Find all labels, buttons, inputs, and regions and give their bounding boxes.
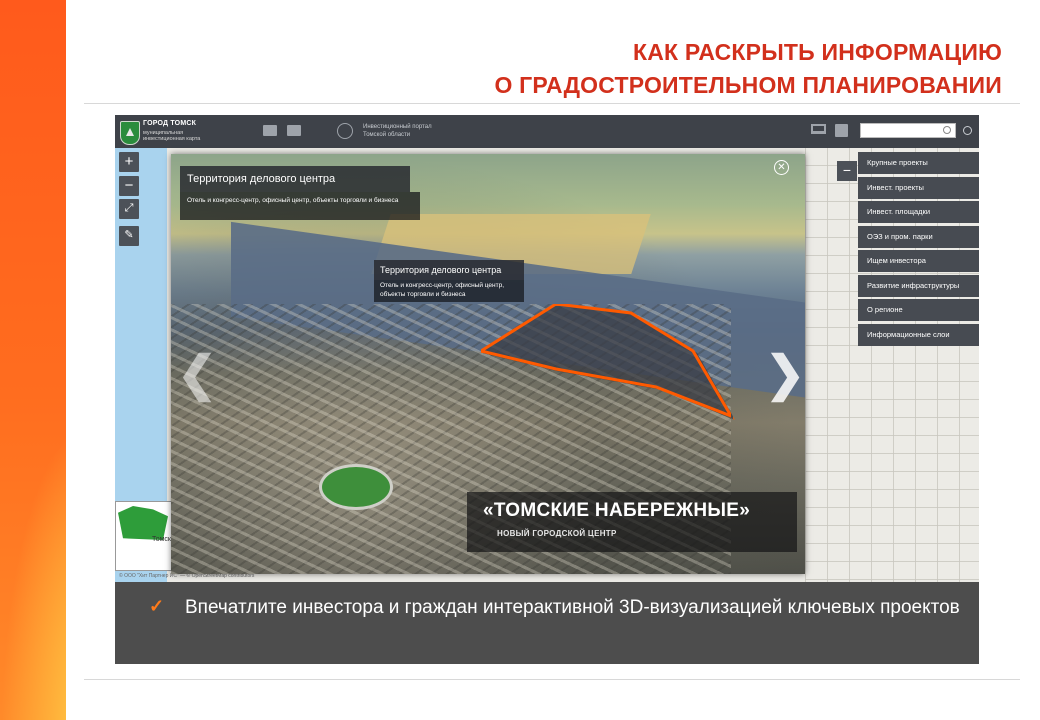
search-input[interactable]: [860, 123, 956, 138]
aerial-stadium: [319, 464, 393, 510]
printer-icon[interactable]: [287, 125, 301, 136]
slide-title-line1: КАК РАСКРЫТЬ ИНФОРМАЦИЮ: [632, 39, 1002, 65]
menu-item-invest-sites[interactable]: Инвест. площадки: [858, 201, 979, 223]
banner-subtitle: НОВЫЙ ГОРОДСКОЙ ЦЕНТР: [497, 529, 617, 538]
menu-item-major-projects[interactable]: Крупные проекты: [858, 152, 979, 174]
slide-title: КАК РАСКРЫТЬ ИНФОРМАЦИЮ О ГРАДОСТРОИТЕЛЬ…: [494, 36, 1002, 102]
menu-item-seeking-investor[interactable]: Ищем инвестора: [858, 250, 979, 272]
scale-icon[interactable]: [263, 125, 277, 136]
zone-tooltip-title: Территория делового центра: [374, 260, 524, 280]
title-divider: [84, 103, 1020, 104]
portal-link[interactable]: Инвестиционный портал Томской области: [363, 124, 453, 139]
investment-map-app: ГОРОД ТОМСК муниципальная инвестиционная…: [115, 115, 979, 582]
menu-item-invest-projects[interactable]: Инвест. проекты: [858, 176, 979, 199]
zoom-out-button[interactable]: −: [119, 176, 139, 196]
menu-item-sez-parks[interactable]: ОЭЗ и пром. парки: [858, 225, 979, 248]
zone-tooltip-text: Отель и конгресс-центр, офисный центр, о…: [374, 280, 524, 302]
highlighted-zone-outline: [481, 304, 731, 418]
menu-item-info-layers[interactable]: Информационные слои: [858, 323, 979, 346]
zoom-in-button[interactable]: +: [119, 152, 139, 172]
slide-title-line2: О ГРАДОСТРОИТЕЛЬНОМ ПЛАНИРОВАНИИ: [494, 72, 1002, 98]
callout-box: ✓ Впечатлите инвестора и граждан интерак…: [115, 582, 979, 664]
minimap-label: Томск: [152, 536, 171, 543]
measure-button[interactable]: ✎: [119, 226, 139, 246]
close-icon[interactable]: ✕: [774, 160, 789, 175]
check-icon: ✓: [149, 596, 165, 616]
prev-slide-icon[interactable]: ❮: [177, 346, 217, 402]
minimap-region: [118, 506, 168, 540]
layers-menu: Крупные проекты Инвест. проекты Инвест. …: [858, 152, 979, 348]
menu-item-about-region[interactable]: О регионе: [858, 299, 979, 321]
caption-text: Отель и конгресс-центр, офисный центр, о…: [180, 192, 420, 220]
city-name: ГОРОД ТОМСК: [143, 120, 197, 127]
overview-minimap[interactable]: Томск: [115, 501, 173, 571]
app-topbar: ГОРОД ТОМСК муниципальная инвестиционная…: [115, 115, 979, 148]
3d-visualization-viewer[interactable]: Территория делового центра Отель и конгр…: [171, 154, 805, 574]
callout-text: Впечатлите инвестора и граждан интеракти…: [185, 597, 960, 618]
bottom-divider: [84, 679, 1020, 680]
menu-collapse-button[interactable]: −: [837, 161, 857, 181]
city-subtitle: муниципальная инвестиционная карта: [143, 130, 201, 142]
caption-title: Территория делового центра: [180, 166, 410, 192]
menu-item-infrastructure[interactable]: Развитие инфраструктуры: [858, 274, 979, 297]
left-accent-swoosh: [0, 420, 66, 720]
banner-title: «ТОМСКИЕ НАБЕРЕЖНЫЕ»: [483, 500, 751, 521]
fullscreen-button[interactable]: ⤢: [119, 199, 139, 219]
region-emblem-icon[interactable]: [337, 123, 353, 139]
city-emblem-icon[interactable]: [120, 121, 140, 145]
next-slide-icon[interactable]: ❯: [765, 346, 805, 402]
project-banner: «ТОМСКИЕ НАБЕРЕЖНЫЕ» НОВЫЙ ГОРОДСКОЙ ЦЕН…: [467, 492, 797, 552]
monitor-icon[interactable]: [811, 124, 826, 134]
search-icon[interactable]: [943, 126, 951, 134]
printer-icon[interactable]: [835, 124, 848, 137]
zoom-search-icon[interactable]: [963, 126, 972, 135]
